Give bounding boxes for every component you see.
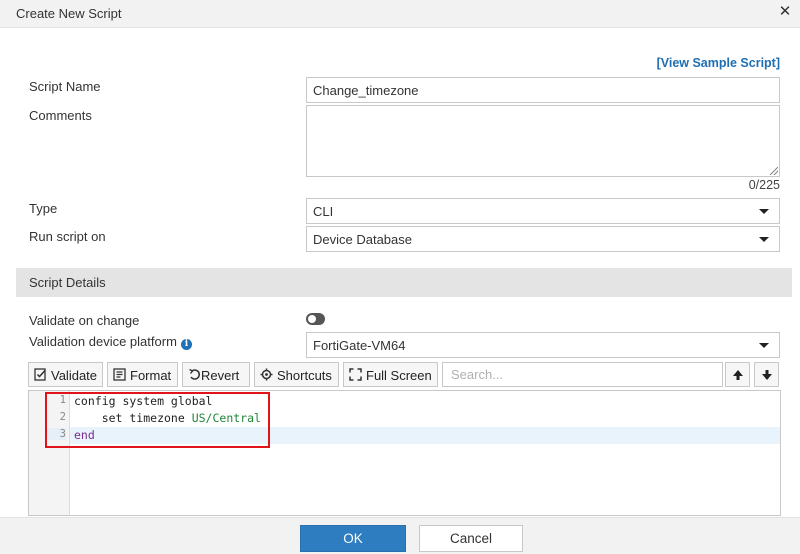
comments-label: Comments <box>29 108 92 123</box>
code-line: set timezone US/Central <box>74 410 780 427</box>
validate-button[interactable]: Validate <box>28 362 103 387</box>
script-code-editor[interactable]: 1 2 3 config system global set timezone … <box>28 390 781 516</box>
section-title: Script Details <box>29 275 106 290</box>
ok-button[interactable]: OK <box>300 525 406 552</box>
cancel-button[interactable]: Cancel <box>419 525 523 552</box>
validation-platform-value: FortiGate-VM64 <box>313 338 406 353</box>
code-line-active: end <box>70 427 780 444</box>
comments-textarea[interactable] <box>306 105 780 177</box>
shortcuts-button[interactable]: Shortcuts <box>254 362 339 387</box>
full-screen-button[interactable]: Full Screen <box>343 362 438 387</box>
full-screen-button-label: Full Screen <box>366 368 432 383</box>
code-text: config system global <box>74 394 213 408</box>
validate-on-change-toggle[interactable] <box>306 313 325 325</box>
code-line: config system global <box>74 393 780 410</box>
format-icon <box>113 368 126 381</box>
type-select-value: CLI <box>313 204 334 219</box>
arrow-down-icon <box>762 370 772 380</box>
editor-gutter: 1 2 3 <box>29 391 70 515</box>
revert-icon <box>188 368 201 381</box>
revert-button-label: Revert <box>201 368 240 383</box>
line-number: 2 <box>59 411 66 423</box>
run-on-select-value: Device Database <box>313 232 412 247</box>
format-button-label: Format <box>130 368 172 383</box>
arrow-up-icon <box>733 370 743 380</box>
view-sample-script-link[interactable]: [View Sample Script] <box>657 56 780 70</box>
validate-button-label: Validate <box>51 368 98 383</box>
code-text: set timezone <box>74 411 192 425</box>
revert-button[interactable]: Revert <box>182 362 250 387</box>
search-next-button[interactable] <box>754 362 779 387</box>
validation-platform-label: Validation device platform <box>29 334 177 349</box>
fullscreen-icon <box>349 368 362 381</box>
script-name-input[interactable] <box>306 77 780 103</box>
run-on-select[interactable]: Device Database <box>306 226 780 252</box>
line-number: 3 <box>46 428 66 440</box>
validate-icon <box>34 368 47 381</box>
format-button[interactable]: Format <box>107 362 178 387</box>
validation-platform-label-row: Validation device platform i <box>29 334 192 350</box>
info-icon[interactable]: i <box>180 339 192 350</box>
validation-platform-select[interactable]: FortiGate-VM64 <box>306 332 780 358</box>
editor-toolbar: Validate Format Revert Shortcuts Full Sc… <box>28 362 781 388</box>
type-label: Type <box>29 201 58 216</box>
script-name-label: Script Name <box>29 79 101 94</box>
shortcuts-button-label: Shortcuts <box>277 368 332 383</box>
shortcuts-icon <box>260 368 273 381</box>
chevron-down-icon <box>759 209 769 214</box>
run-on-label: Run script on <box>29 229 106 244</box>
script-details-section-header: Script Details <box>16 268 792 297</box>
dialog-title: Create New Script <box>16 6 122 21</box>
dialog-titlebar: Create New Script ✕ <box>0 0 800 28</box>
code-keyword: end <box>74 428 95 442</box>
chevron-down-icon <box>759 237 769 242</box>
resize-grip-icon[interactable] <box>770 167 778 175</box>
search-input[interactable] <box>442 362 723 387</box>
comments-char-counter: 0/225 <box>748 178 780 192</box>
line-number: 1 <box>59 394 66 406</box>
chevron-down-icon <box>759 343 769 348</box>
close-icon[interactable]: ✕ <box>778 4 792 19</box>
type-select[interactable]: CLI <box>306 198 780 224</box>
validate-on-change-label: Validate on change <box>29 313 140 328</box>
code-value: US/Central <box>191 411 261 425</box>
search-prev-button[interactable] <box>725 362 750 387</box>
